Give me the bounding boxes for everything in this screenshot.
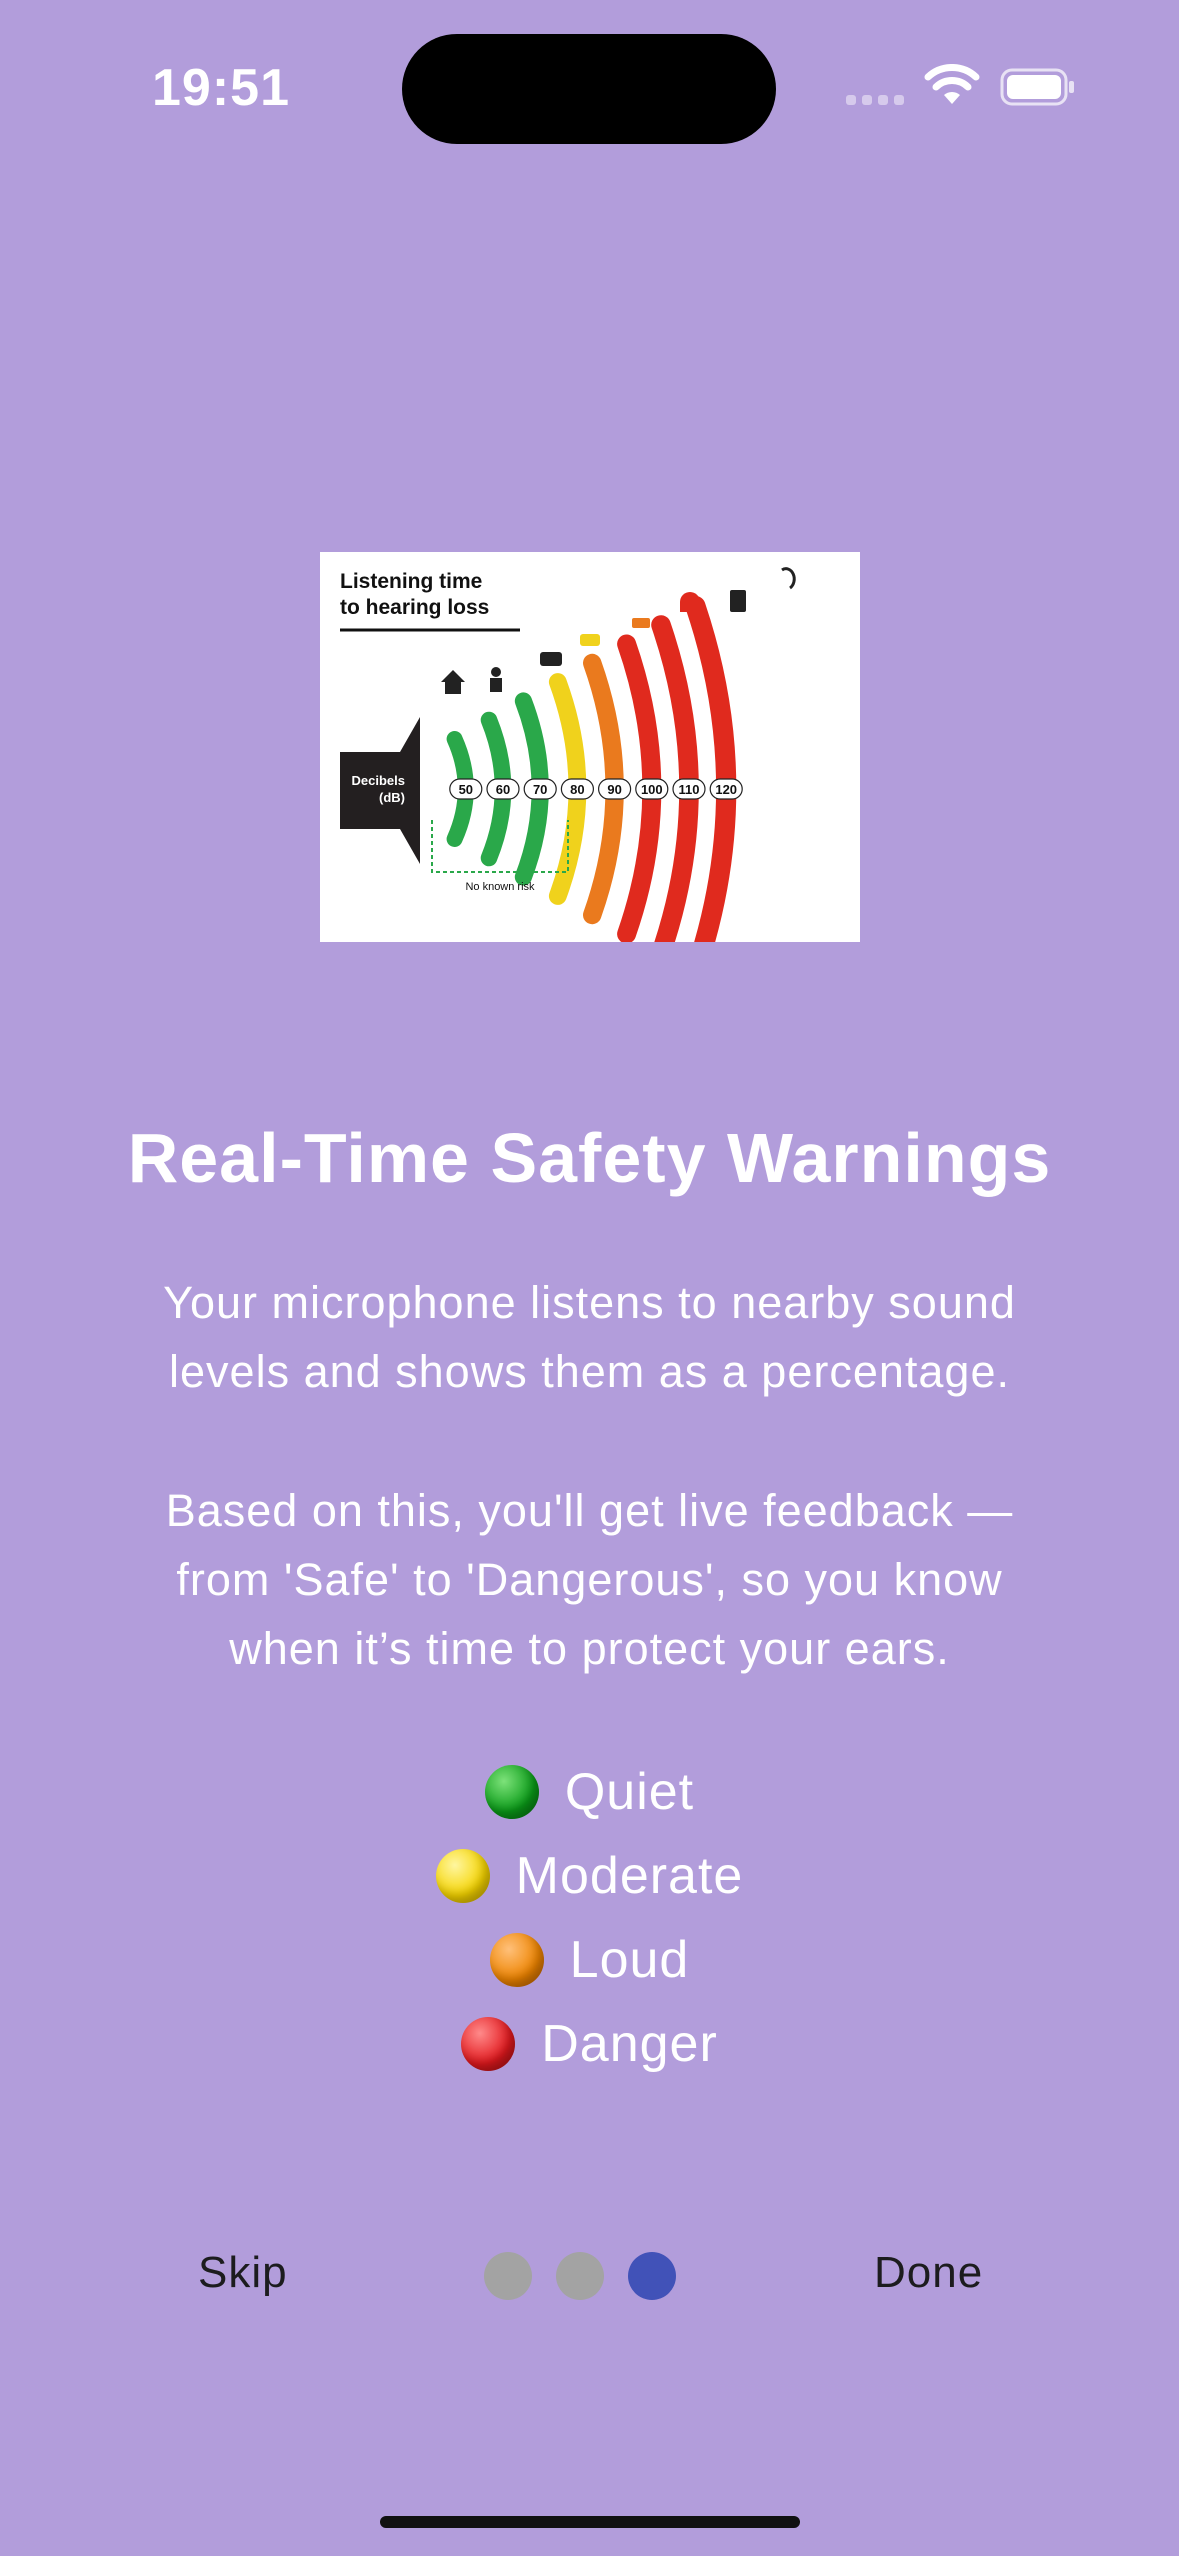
description-line: Based on this, you'll get live feedback … xyxy=(165,1485,1014,1536)
home-indicator[interactable] xyxy=(380,2516,800,2528)
sound-level-legend: Quiet Moderate Loud Danger xyxy=(0,1750,1179,2086)
legend-item-quiet: Quiet xyxy=(0,1750,1179,1834)
legend-label: Loud xyxy=(569,1931,690,1989)
orange-circle-icon xyxy=(489,1933,544,1987)
infographic-title: Listening time xyxy=(340,570,482,593)
red-circle-icon xyxy=(461,2017,516,2071)
page-dot-active[interactable] xyxy=(628,2252,676,2300)
status-time: 19:51 xyxy=(152,59,290,117)
decibel-arc xyxy=(685,595,737,942)
decibel-value-label: 60 xyxy=(496,782,510,797)
infographic-title-line2: to hearing loss xyxy=(340,596,489,619)
legend-item-danger: Danger xyxy=(0,2002,1179,2086)
page-indicator[interactable] xyxy=(484,2252,676,2300)
cellular-signal-icon xyxy=(846,95,904,105)
battery-icon xyxy=(1000,68,1074,106)
decibel-value-label: 100 xyxy=(641,782,663,797)
decibel-value-label: 110 xyxy=(679,782,700,797)
decibel-value-label: 50 xyxy=(459,782,473,797)
page-dot[interactable] xyxy=(556,2252,604,2300)
page-dot[interactable] xyxy=(484,2252,532,2300)
decibel-value-label: 70 xyxy=(533,782,547,797)
decibels-label: Decibels xyxy=(352,773,405,788)
description-paragraph-1: Your microphone listens to nearby sound … xyxy=(60,1268,1119,1406)
done-button[interactable]: Done xyxy=(874,2248,983,2298)
description-paragraph-2: Based on this, you'll get live feedback … xyxy=(60,1476,1119,1683)
skip-button[interactable]: Skip xyxy=(198,2248,288,2298)
decibels-unit-label: (dB) xyxy=(379,790,405,805)
legend-item-moderate: Moderate xyxy=(0,1834,1179,1918)
decibel-value-label: 80 xyxy=(570,782,584,797)
page-title: Real-Time Safety Warnings xyxy=(127,1119,1052,1197)
wifi-icon xyxy=(924,64,980,104)
description-line: Your microphone listens to nearby sound xyxy=(163,1277,1016,1328)
dynamic-island xyxy=(402,34,776,144)
legend-label: Danger xyxy=(541,2015,718,2073)
no-known-risk-label: No known risk xyxy=(465,881,535,893)
legend-label: Quiet xyxy=(564,1763,695,1821)
decibel-value-label: 90 xyxy=(607,782,621,797)
description-line: from 'Safe' to 'Dangerous', so you know xyxy=(176,1554,1003,1605)
green-circle-icon xyxy=(484,1765,539,1819)
description-line: when it’s time to protect your ears. xyxy=(229,1623,950,1674)
legend-item-loud: Loud xyxy=(0,1918,1179,2002)
description-line: levels and shows them as a percentage. xyxy=(169,1346,1010,1397)
hearing-loss-infographic: Listening time to hearing loss Decibels … xyxy=(320,552,860,942)
decibel-value-label: 120 xyxy=(715,782,737,797)
yellow-circle-icon xyxy=(435,1849,490,1903)
legend-label: Moderate xyxy=(515,1847,744,1905)
